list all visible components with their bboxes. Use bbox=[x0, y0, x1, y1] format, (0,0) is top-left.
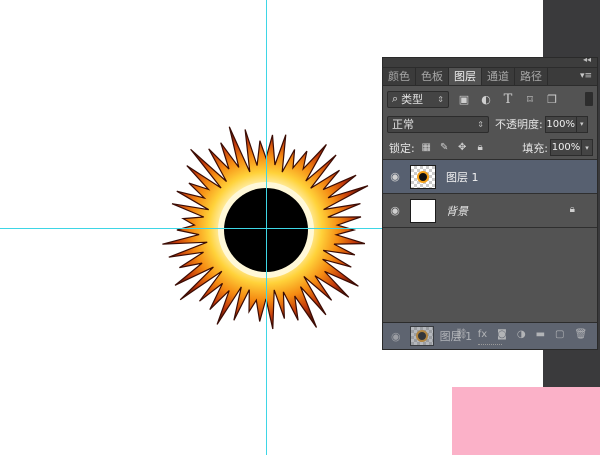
lock-transparent-icon[interactable]: ▦ bbox=[420, 141, 433, 154]
panel-menu-icon[interactable]: ▾≡ bbox=[580, 68, 592, 85]
link-layers-icon[interactable]: ⛓︎ bbox=[455, 329, 468, 340]
filter-toggle[interactable] bbox=[585, 92, 593, 106]
tab-paths[interactable]: 路径 bbox=[515, 68, 548, 85]
mask-icon[interactable]: ◙ bbox=[497, 329, 507, 340]
adjustment-filter-icon[interactable]: ◐ bbox=[479, 92, 493, 106]
resize-grip[interactable] bbox=[478, 344, 502, 348]
eye-icon[interactable]: ◉ bbox=[383, 204, 407, 217]
filter-kind-label: 类型 bbox=[401, 93, 424, 106]
double-chevron-right-icon[interactable]: ◂◂ bbox=[583, 55, 591, 64]
smart-object-filter-icon[interactable]: ❐ bbox=[545, 92, 559, 106]
panel-title-bar[interactable]: ◂◂ bbox=[383, 55, 597, 68]
adjustment-layer-icon[interactable]: ◑ bbox=[517, 329, 526, 340]
layers-panel: ◂◂ 颜色 色板 图层 通道 路径 ▾≡ ⌕ 类型 ⇕ ▣ ◐ T ⌑ ❐ 正常… bbox=[382, 55, 598, 350]
blend-mode-select[interactable]: 正常 ⇕ bbox=[387, 115, 489, 133]
layer-name[interactable]: 背景 bbox=[446, 203, 468, 219]
opacity-label: 不透明度: bbox=[495, 118, 543, 131]
layer-thumbnail bbox=[410, 198, 436, 223]
search-icon: ⌕ bbox=[392, 92, 399, 105]
lock-row: 锁定: ▦ ✎ ✥ 🔒︎ 填充: 100% ▾ bbox=[383, 136, 597, 160]
layer-row-background[interactable]: ◉ 背景 🔒︎ bbox=[383, 194, 597, 228]
layer-thumbnail bbox=[410, 164, 436, 189]
lock-icon: 🔒︎ bbox=[569, 204, 575, 215]
footer-buttons: ⛓︎ fx ◙ ◑ ▬ ▢ 🗑︎ bbox=[455, 329, 587, 340]
tab-color[interactable]: 颜色 bbox=[383, 68, 416, 85]
lock-image-icon[interactable]: ✎ bbox=[438, 141, 451, 154]
shape-filter-icon[interactable]: ⌑ bbox=[523, 92, 537, 106]
opacity-dropdown-icon[interactable]: ▾ bbox=[576, 115, 588, 133]
lock-all-icon[interactable]: 🔒︎ bbox=[474, 141, 487, 154]
image-filter-icon[interactable]: ▣ bbox=[457, 92, 471, 106]
lock-position-icon[interactable]: ✥ bbox=[456, 141, 469, 154]
fill-label: 填充: bbox=[522, 141, 548, 155]
updown-arrow-icon: ⇕ bbox=[477, 119, 484, 129]
updown-arrow-icon: ⇕ bbox=[437, 94, 444, 104]
new-layer-icon[interactable]: ▢ bbox=[555, 329, 564, 340]
tab-swatches[interactable]: 色板 bbox=[416, 68, 449, 85]
layer-filter-bar: ⌕ 类型 ⇕ ▣ ◐ T ⌑ ❐ bbox=[383, 86, 597, 112]
panel-tabs: 颜色 色板 图层 通道 路径 ▾≡ bbox=[383, 68, 597, 86]
trash-icon[interactable]: 🗑︎ bbox=[575, 329, 588, 340]
type-filter-icon[interactable]: T bbox=[501, 92, 515, 107]
folder-icon[interactable]: ▬ bbox=[536, 329, 545, 340]
eye-icon[interactable]: ◉ bbox=[383, 170, 407, 183]
layer-thumbnail bbox=[409, 326, 434, 346]
layer-row-1[interactable]: ◉ 图层 1 bbox=[383, 160, 597, 194]
eye-icon: ◉ bbox=[391, 329, 401, 343]
panel-footer: ◉ 图层 1 ⛓︎ fx ◙ ◑ ▬ ▢ 🗑︎ bbox=[383, 322, 597, 349]
tab-channels[interactable]: 通道 bbox=[482, 68, 515, 85]
layers-list-empty-area[interactable] bbox=[383, 228, 597, 320]
opacity-input[interactable]: 100% bbox=[544, 115, 577, 133]
blend-row: 正常 ⇕ 不透明度: 100% ▾ bbox=[383, 112, 597, 136]
fill-input[interactable]: 100% bbox=[550, 139, 582, 156]
overlay-block bbox=[452, 387, 600, 455]
blend-mode-value: 正常 bbox=[392, 118, 414, 131]
tab-layers[interactable]: 图层 bbox=[449, 68, 482, 85]
filter-kind-select[interactable]: ⌕ 类型 ⇕ bbox=[387, 90, 449, 108]
fill-dropdown-icon[interactable]: ▾ bbox=[582, 139, 593, 156]
lock-label: 锁定: bbox=[389, 141, 415, 155]
layer-style-icon[interactable]: fx bbox=[478, 329, 487, 340]
layer-name[interactable]: 图层 1 bbox=[446, 169, 479, 185]
